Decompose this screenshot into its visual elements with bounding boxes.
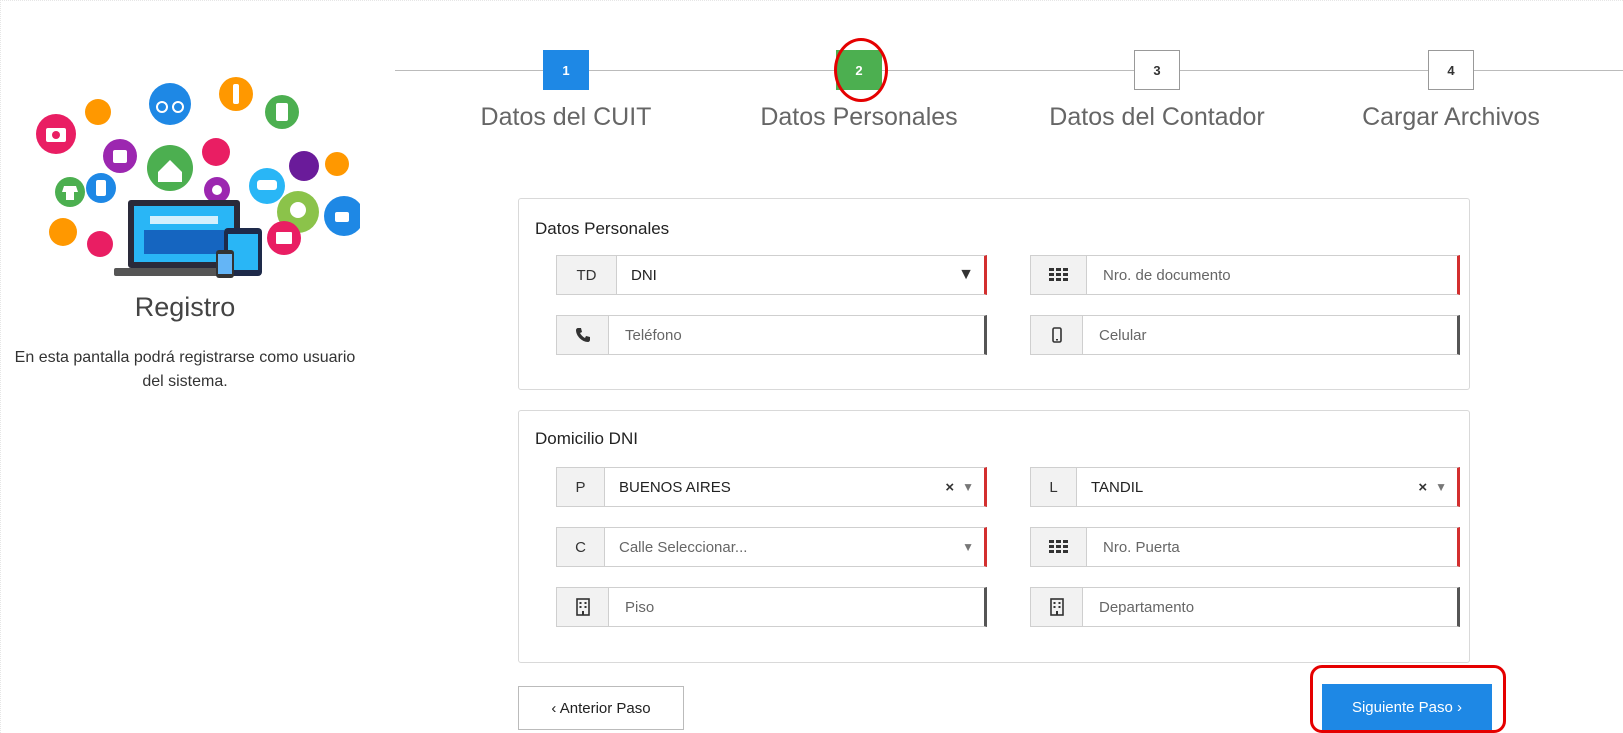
building-icon	[557, 588, 609, 626]
door-number-field[interactable]	[1030, 527, 1460, 567]
registration-illustration	[36, 77, 360, 278]
apartment-field[interactable]	[1030, 587, 1460, 627]
document-number-field[interactable]	[1030, 255, 1460, 295]
street-placeholder: Calle Seleccionar...	[619, 538, 748, 556]
floor-field[interactable]	[556, 587, 987, 627]
grid-icon	[1031, 528, 1087, 566]
document-type-value: DNI	[631, 266, 657, 284]
phone-input[interactable]	[623, 325, 970, 345]
document-number-input[interactable]	[1101, 265, 1443, 285]
registration-title: Registro	[134, 292, 236, 322]
highlight-next-button	[1310, 665, 1506, 733]
registration-description: En esta pantalla podrá registrarse como …	[14, 349, 356, 390]
panel-title: Datos Personales	[535, 219, 670, 238]
phone-icon	[557, 316, 609, 354]
step-label: Datos Personales	[760, 103, 958, 131]
building-icon	[1031, 588, 1083, 626]
clear-icon[interactable]: ×	[1418, 479, 1427, 496]
city-addon: L	[1031, 468, 1077, 506]
highlight-step-2	[834, 38, 888, 102]
step-label: Cargar Archivos	[1362, 103, 1540, 131]
floor-input[interactable]	[623, 597, 970, 617]
province-addon: P	[557, 468, 605, 506]
dropdown-caret-icon[interactable]: ▼	[958, 266, 974, 284]
panel-title: Domicilio DNI	[535, 429, 638, 448]
dropdown-caret-icon[interactable]: ▼	[962, 480, 974, 494]
door-number-input[interactable]	[1101, 537, 1443, 557]
step-label: Datos del Contador	[1049, 103, 1265, 131]
step-number: 3	[1134, 50, 1180, 90]
mobile-field[interactable]	[1030, 315, 1460, 355]
street-select[interactable]: C Calle Seleccionar... ▼	[556, 527, 987, 567]
dropdown-caret-icon[interactable]: ▼	[962, 540, 974, 554]
step-number: 1	[543, 50, 589, 90]
street-addon: C	[557, 528, 605, 566]
clear-icon[interactable]: ×	[945, 479, 954, 496]
city-value: TANDIL	[1091, 478, 1144, 496]
province-select[interactable]: P BUENOS AIRES × ▼	[556, 467, 987, 507]
dropdown-caret-icon[interactable]: ▼	[1435, 480, 1447, 494]
apartment-input[interactable]	[1097, 597, 1443, 617]
province-value: BUENOS AIRES	[619, 478, 731, 496]
step-label: Datos del CUIT	[480, 103, 652, 131]
phone-field[interactable]	[556, 315, 987, 355]
step-datos-contador[interactable]: 3 Datos del Contador	[1027, 50, 1287, 132]
step-number: 4	[1428, 50, 1474, 90]
step-cargar-archivos[interactable]: 4 Cargar Archivos	[1321, 50, 1581, 132]
address-panel: Domicilio DNI P BUENOS AIRES × ▼ L TANDI…	[518, 410, 1470, 663]
city-select[interactable]: L TANDIL × ▼	[1030, 467, 1460, 507]
previous-step-button[interactable]: ‹ Anterior Paso	[518, 686, 684, 730]
mobile-input[interactable]	[1097, 325, 1443, 345]
document-type-select[interactable]: TD DNI ▼	[556, 255, 987, 295]
step-datos-cuit[interactable]: 1 Datos del CUIT	[436, 50, 696, 132]
mobile-phone-icon	[1031, 316, 1083, 354]
personal-data-panel: Datos Personales TD DNI ▼	[518, 198, 1470, 390]
grid-icon	[1031, 256, 1087, 294]
document-type-addon: TD	[557, 256, 617, 294]
